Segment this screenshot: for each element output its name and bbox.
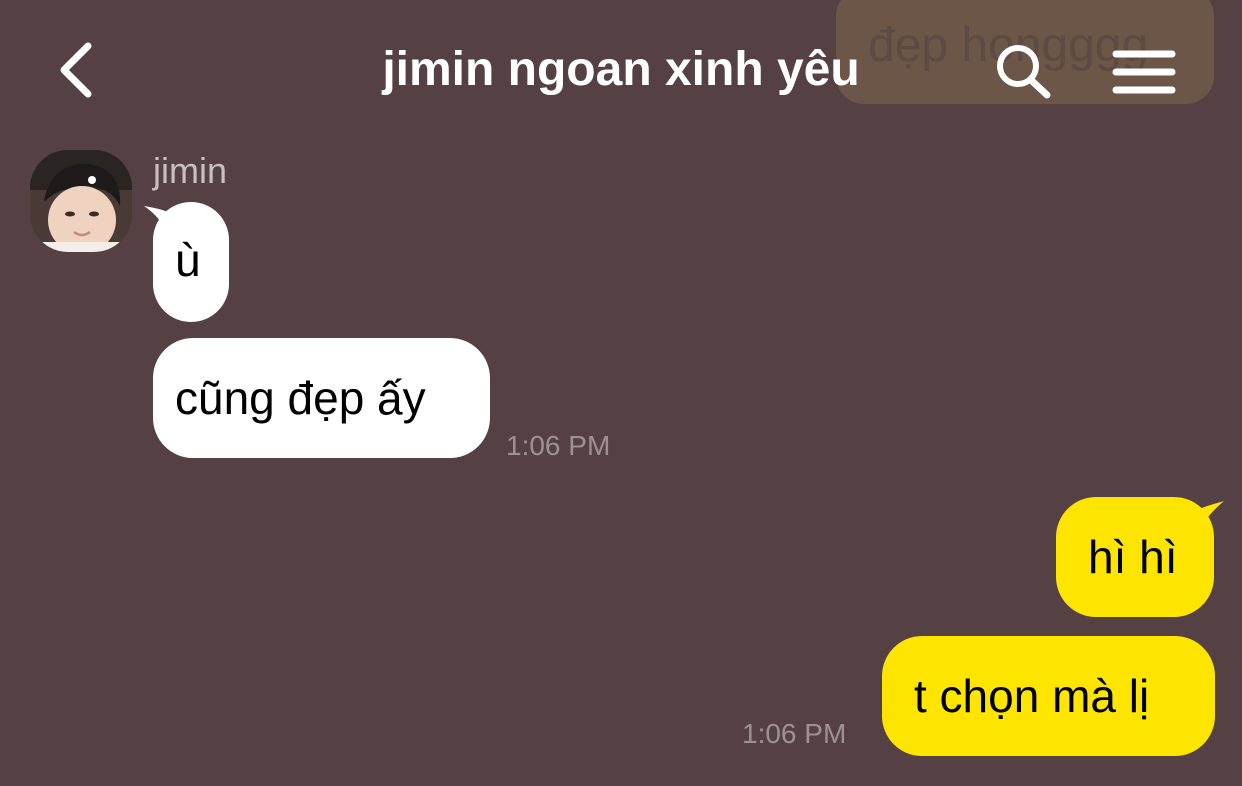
incoming-message-bubble[interactable]: cũng đẹp ấy	[153, 338, 490, 458]
back-button[interactable]	[52, 38, 112, 102]
sender-avatar[interactable]	[30, 150, 132, 252]
chat-header: jimin ngoan xinh yêu	[0, 0, 1242, 140]
menu-icon	[1112, 50, 1176, 94]
menu-button[interactable]	[1108, 44, 1180, 100]
search-icon	[997, 45, 1051, 99]
sender-name: jimin	[153, 150, 228, 191]
incoming-message-bubble[interactable]: ù	[153, 202, 229, 322]
chat-title: jimin ngoan xinh yêu	[382, 43, 860, 96]
search-button[interactable]	[992, 42, 1056, 102]
avatar-photo	[30, 150, 132, 252]
chevron-left-icon	[60, 42, 92, 98]
incoming-message-time: 1:06 PM	[506, 430, 611, 461]
outgoing-message-bubble[interactable]: t chọn mà lị	[882, 636, 1215, 756]
outgoing-message-bubble[interactable]: hì hì	[1056, 497, 1214, 617]
outgoing-message-time: 1:06 PM	[742, 718, 847, 749]
